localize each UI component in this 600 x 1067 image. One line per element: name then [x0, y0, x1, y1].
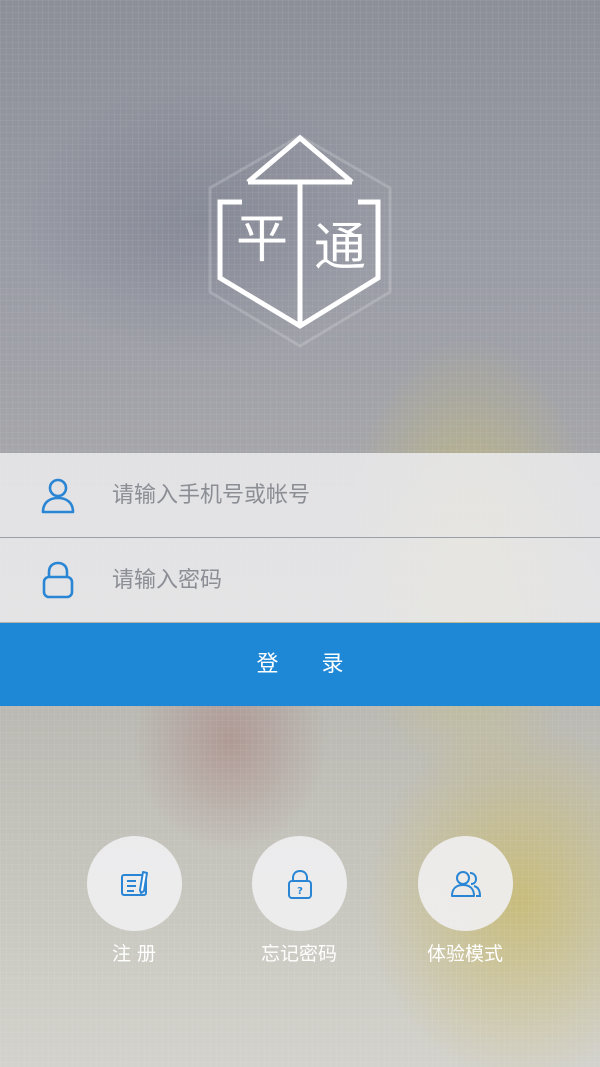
login-button[interactable]: 登 录 — [0, 623, 600, 706]
register-action[interactable]: 注 册 — [69, 836, 199, 976]
app-logo: 平 通 — [182, 110, 418, 360]
logo-char-right: 通 — [314, 218, 367, 278]
forgot-password-action[interactable]: ? 忘记密码 — [234, 836, 364, 976]
logo-hexagon-icon — [208, 134, 392, 348]
trial-mode-action[interactable]: 体验模式 — [400, 836, 530, 976]
username-field[interactable] — [0, 453, 600, 537]
logo-char-left: 平 — [236, 210, 289, 270]
password-input[interactable] — [112, 538, 572, 622]
username-input[interactable] — [112, 453, 572, 537]
svg-text:?: ? — [297, 886, 303, 897]
lock-question-icon: ? — [288, 869, 312, 899]
register-icon — [121, 871, 148, 896]
forgot-password-button[interactable]: ? — [252, 836, 347, 931]
trial-mode-button[interactable] — [418, 836, 513, 931]
register-label[interactable]: 注 册 — [69, 942, 199, 966]
password-field[interactable] — [0, 538, 600, 622]
lock-icon — [38, 560, 78, 600]
trial-mode-label[interactable]: 体验模式 — [400, 942, 530, 966]
user-icon — [38, 475, 78, 515]
forgot-password-label[interactable]: 忘记密码 — [234, 942, 364, 966]
register-button[interactable] — [87, 836, 182, 931]
users-icon — [451, 871, 482, 897]
